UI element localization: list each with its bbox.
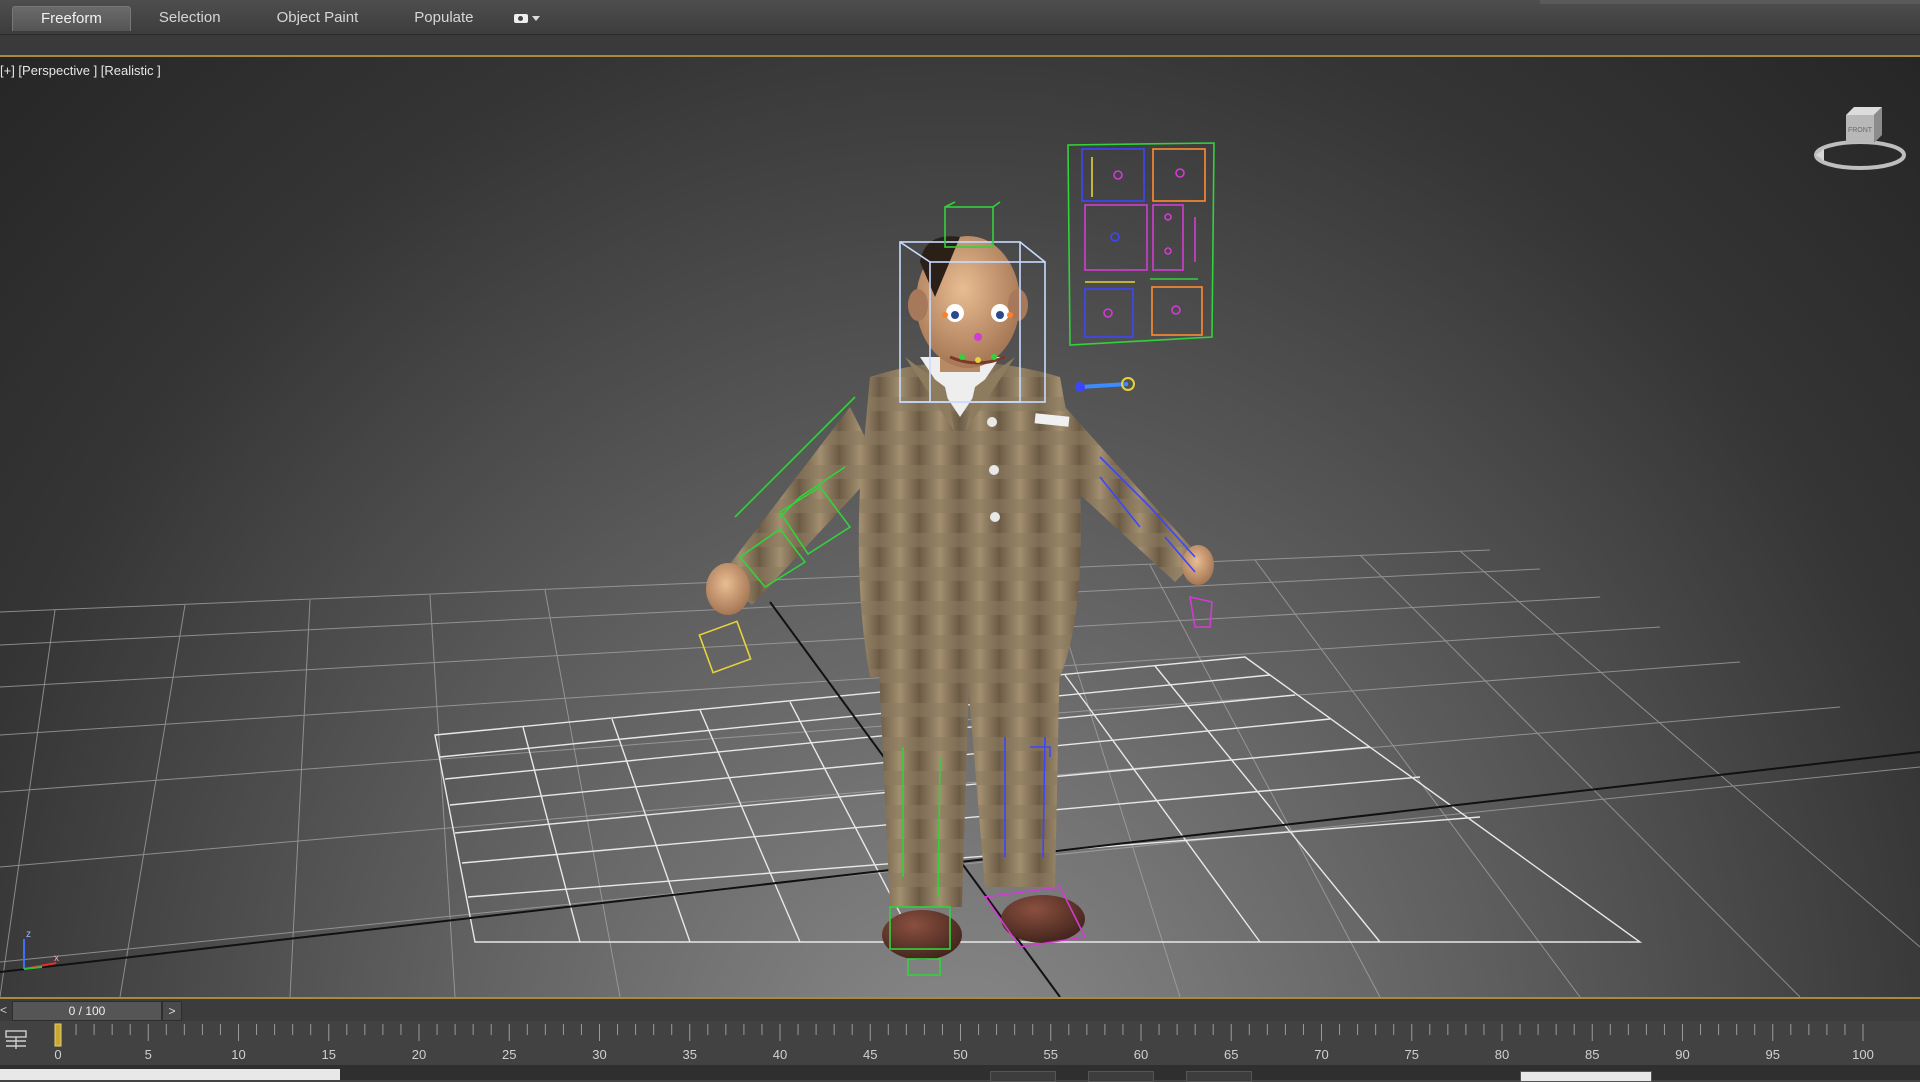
ribbon-divider [1540, 0, 1920, 4]
track-bar[interactable]: 0 5 10 15 20 25 30 35 40 45 50 55 60 65 70 75 80 85 90 95 10… [0, 1021, 1920, 1065]
slider-control [1075, 377, 1135, 392]
maxscript-listener[interactable] [0, 1069, 340, 1080]
ribbon-tabs: Freeform Selection Object Paint Populate [12, 6, 552, 31]
ruler-label: 80 [1495, 1047, 1509, 1062]
ruler-label: 5 [145, 1047, 152, 1062]
ruler-label: 30 [592, 1047, 606, 1062]
ruler-label: 50 [953, 1047, 967, 1062]
ruler-label: 95 [1766, 1047, 1780, 1062]
ruler-label: 25 [502, 1047, 516, 1062]
ruler-label: 45 [863, 1047, 877, 1062]
ruler-label: 40 [773, 1047, 787, 1062]
tab-selection[interactable]: Selection [131, 6, 249, 30]
ruler-label: 75 [1405, 1047, 1419, 1062]
status-bar [0, 1065, 1920, 1082]
playhead[interactable] [54, 1023, 62, 1047]
tab-freeform[interactable]: Freeform [12, 6, 131, 31]
ruler-label: 15 [322, 1047, 336, 1062]
axis-z-label: z [26, 929, 31, 940]
camera-icon [513, 13, 528, 23]
ribbon-panel [0, 35, 1920, 57]
ruler-label: 0 [54, 1047, 61, 1062]
axis-x-label: x [54, 953, 59, 964]
prev-frame-button[interactable]: < [0, 1001, 10, 1019]
ruler-label: 60 [1134, 1047, 1148, 1062]
ruler-label: 35 [683, 1047, 697, 1062]
tab-object-paint[interactable]: Object Paint [249, 6, 387, 30]
ruler-label: 90 [1675, 1047, 1689, 1062]
ruler-label: 85 [1585, 1047, 1599, 1062]
time-slider-bar: < 0 / 100 > [0, 997, 1920, 1021]
viewcube[interactable]: FRONT [1812, 97, 1908, 177]
ruler-label: 65 [1224, 1047, 1238, 1062]
ruler-label: 10 [231, 1047, 245, 1062]
facial-control-panel [1067, 142, 1215, 346]
tab-populate[interactable]: Populate [386, 6, 501, 30]
ruler-label: 70 [1314, 1047, 1328, 1062]
ruler-label: 55 [1044, 1047, 1058, 1062]
next-frame-button[interactable]: > [162, 1001, 182, 1021]
perspective-viewport[interactable]: [+] [Perspective ] [Realistic ] FRONT z … [0, 57, 1920, 997]
ribbon-options-dropdown[interactable] [502, 6, 552, 30]
frame-ruler: 0 5 10 15 20 25 30 35 40 45 50 55 60 65 70 75 80 85 90 95 10… [54, 1023, 1874, 1062]
status-field[interactable] [990, 1071, 1056, 1082]
axis-tripod: z x [23, 929, 59, 970]
ruler-label: 20 [412, 1047, 426, 1062]
status-field[interactable] [1088, 1071, 1154, 1082]
viewcube-face-label: FRONT [1848, 127, 1873, 134]
status-field[interactable] [1186, 1071, 1252, 1082]
character-model [706, 236, 1214, 960]
viewport-label[interactable]: [+] [Perspective ] [Realistic ] [0, 63, 161, 78]
ruler-label: 100 [1852, 1047, 1874, 1062]
time-slider[interactable]: 0 / 100 [12, 1001, 162, 1021]
key-filter-field[interactable] [1520, 1071, 1652, 1082]
viewport-scene [0, 142, 1920, 997]
ribbon-tab-bar: Freeform Selection Object Paint Populate [0, 0, 1920, 35]
chevron-down-icon [531, 15, 540, 21]
